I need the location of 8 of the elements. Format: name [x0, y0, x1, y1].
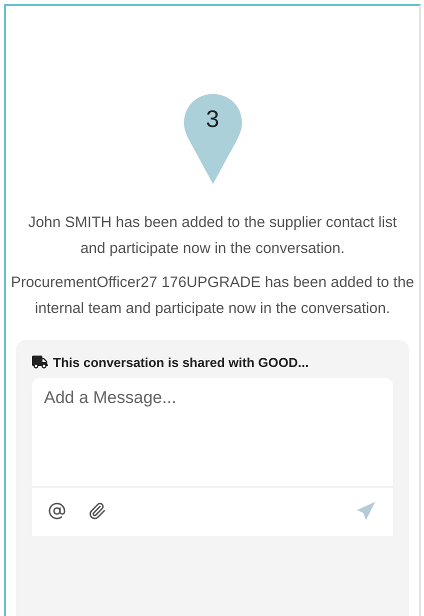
message-field[interactable]: Add a Message...: [32, 378, 393, 486]
truck-icon: [32, 354, 48, 370]
attach-icon[interactable]: [88, 502, 106, 520]
mention-icon[interactable]: [48, 502, 66, 520]
marker-count: 3: [206, 106, 220, 135]
system-message: John SMITH has been added to the supplier contact list and participate now in the conversation.: [27, 213, 398, 259]
system-message: ProcurementOfficer27 176UPGRADE has been added to the internal team and participate now in the conversation.: [10, 273, 416, 319]
shared-notice: This conversation is shared with GOOD...: [53, 354, 309, 370]
